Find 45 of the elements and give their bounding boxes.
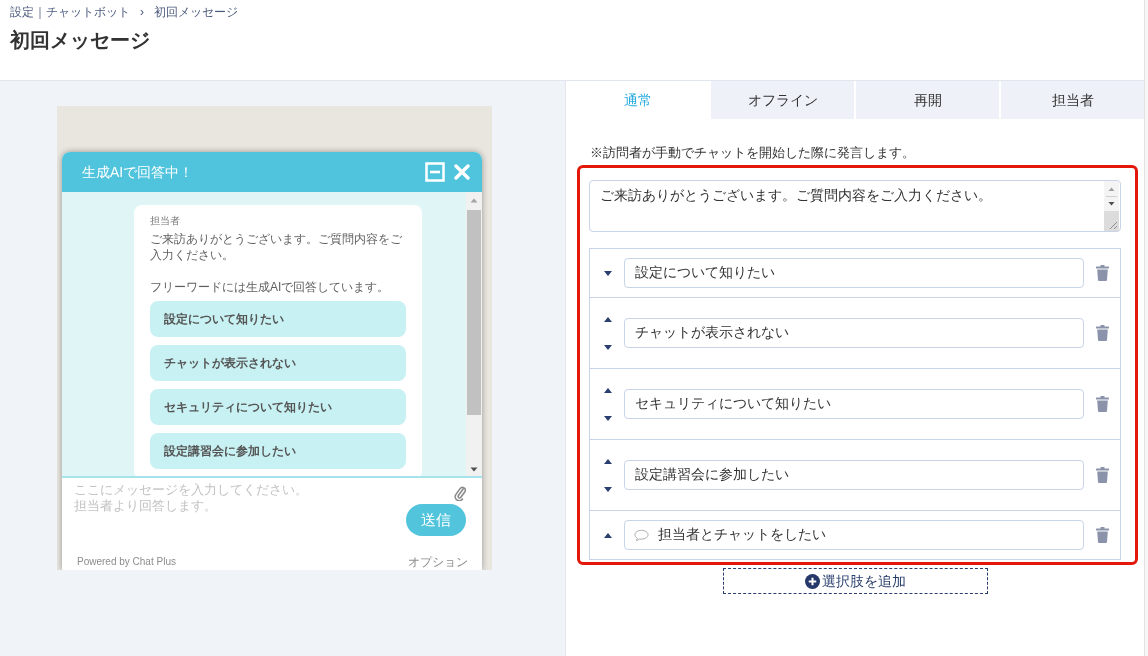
- breadcrumb-separator: ›: [140, 4, 144, 21]
- tab[interactable]: オフライン: [711, 81, 854, 119]
- breadcrumb-current: 初回メッセージ: [154, 4, 238, 21]
- plus-circle-icon: [804, 573, 820, 589]
- chat-choice-button[interactable]: セキュリティについて知りたい: [150, 389, 406, 425]
- caret-up-icon[interactable]: [604, 458, 612, 464]
- caret-down-icon[interactable]: [604, 344, 612, 350]
- message-text: フリーワードには生成AIで回答しています。: [150, 279, 391, 295]
- paperclip-icon[interactable]: [454, 484, 466, 501]
- caret-down-icon[interactable]: [604, 486, 612, 492]
- chat-choice-button[interactable]: 設定について知りたい: [150, 301, 406, 337]
- chat-choice-button[interactable]: 設定講習会に参加したい: [150, 433, 406, 469]
- page-title: 初回メッセージ: [10, 28, 151, 53]
- choice-field[interactable]: 設定について知りたい: [624, 258, 1084, 288]
- tab[interactable]: 再開: [856, 81, 999, 119]
- note-text: ※訪問者が手動でチャットを開始した際に発言します。: [589, 144, 916, 162]
- message-text: ご来訪ありがとうございます。ご質問内容をご入力ください。: [150, 231, 403, 263]
- textarea-scrollbar[interactable]: [1104, 181, 1119, 231]
- choice-field[interactable]: チャットが表示されない: [624, 318, 1084, 348]
- chat-scrollbar[interactable]: [466, 192, 482, 476]
- choice-field[interactable]: 設定講習会に参加したい: [624, 460, 1084, 490]
- minimize-icon[interactable]: [425, 162, 445, 182]
- choice-field[interactable]: セキュリティについて知りたい: [624, 389, 1084, 419]
- caret-up-icon[interactable]: [604, 387, 612, 393]
- caret-down-icon[interactable]: [604, 270, 612, 276]
- breadcrumb-link[interactable]: 設定｜チャットボット: [10, 4, 130, 21]
- tab[interactable]: 担当者: [1001, 81, 1144, 119]
- chat-choice-button[interactable]: チャットが表示されない: [150, 345, 406, 381]
- trash-icon[interactable]: [1095, 265, 1109, 281]
- close-icon[interactable]: [454, 164, 470, 180]
- trash-icon[interactable]: [1095, 396, 1109, 412]
- add-choice-button[interactable]: 選択肢を追加: [722, 568, 988, 594]
- caret-down-icon[interactable]: [604, 415, 612, 421]
- message-textarea[interactable]: ご来訪ありがとうございます。ご質問内容をご入力ください。: [589, 180, 1121, 232]
- trash-icon[interactable]: [1095, 527, 1109, 543]
- speech-bubble-icon: [634, 529, 649, 542]
- trash-icon[interactable]: [1095, 467, 1109, 483]
- choice-field[interactable]: 担当者とチャットをしたい: [624, 520, 1084, 550]
- trash-icon[interactable]: [1095, 325, 1109, 341]
- powered-by-text: Powered by Chat Plus: [77, 555, 176, 569]
- sender-label: 担当者: [150, 214, 181, 228]
- chat-title: 生成AIで回答中！: [82, 162, 194, 182]
- caret-up-icon[interactable]: [604, 532, 612, 538]
- caret-up-icon[interactable]: [604, 316, 612, 322]
- options-link[interactable]: オプション: [408, 554, 468, 570]
